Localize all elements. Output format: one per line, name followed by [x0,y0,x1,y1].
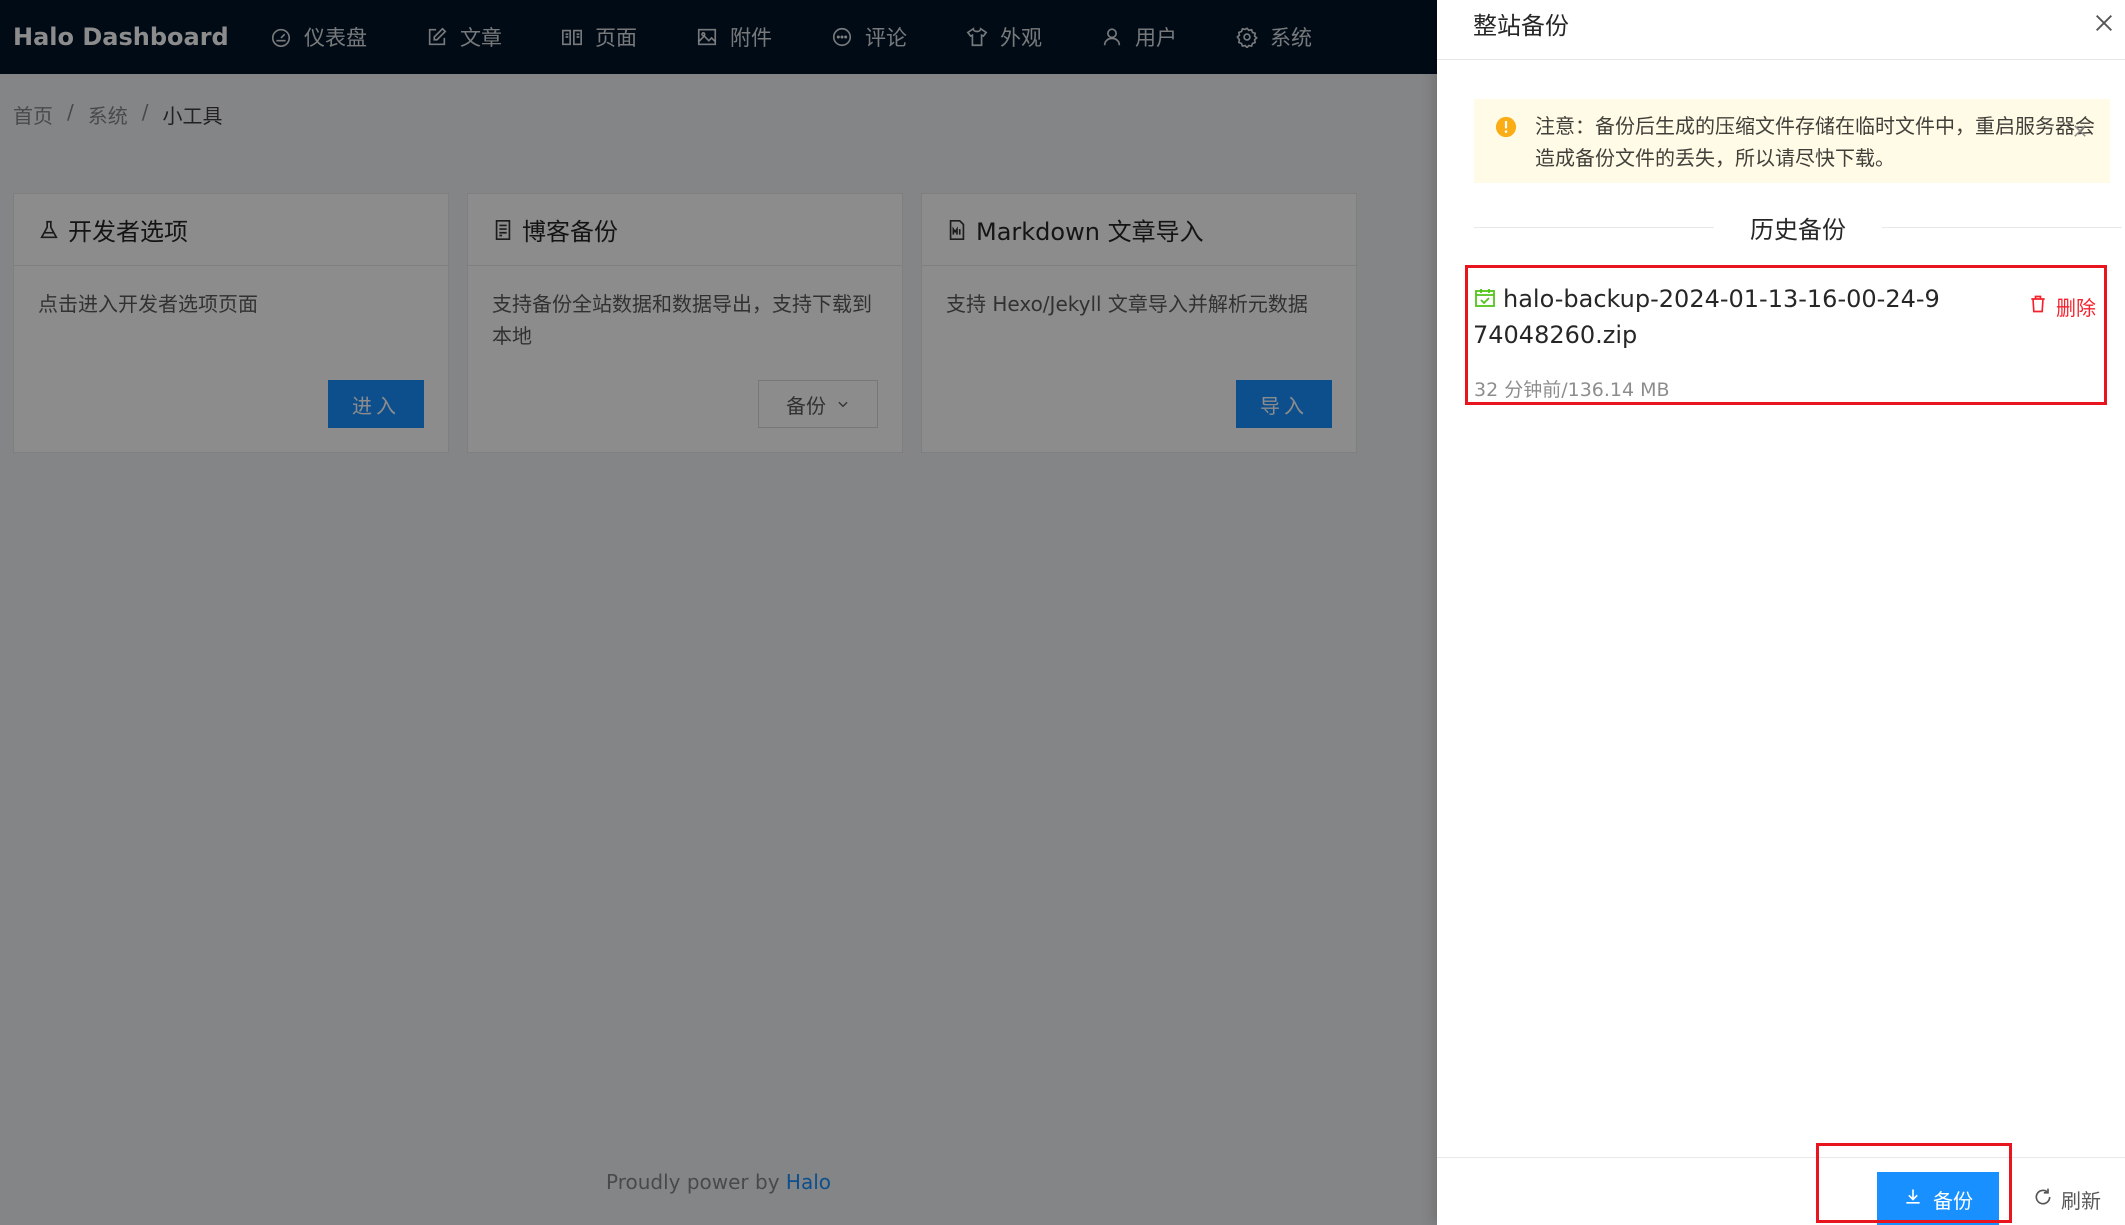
backup-drawer: 整站备份 注意：备份后生成的压缩文件存储在临时文件中，重启服务器会造成备份文件的… [1437,0,2125,1225]
backup-button[interactable]: 备份 [1877,1172,1999,1225]
history-divider: 历史备份 [1474,207,2122,247]
backup-meta: 32 分钟前/136.14 MB [1474,379,1670,401]
divider-line [1474,226,1714,228]
exclamation-circle-icon [1495,115,1517,138]
delete-icon [2028,294,2048,319]
alert-message: 注意：备份后生成的压缩文件存储在临时文件中，重启服务器会造成备份文件的丢失，所以… [1535,114,2095,170]
reload-icon [2033,1187,2053,1212]
backup-filename[interactable]: halo-backup-2024-01-13-16-00-24-97404826… [1473,281,1943,353]
button-label: 刷新 [2061,1188,2101,1213]
history-title: 历史备份 [1750,215,1846,244]
drawer-header: 整站备份 [1437,0,2125,60]
app-root: Halo Dashboard 仪表盘 文章 页面 附件 评论 外观 用户 系统 … [0,0,2125,1225]
drawer-mask[interactable] [0,0,1437,1225]
delete-backup-button[interactable]: 删除 [2028,292,2096,321]
delete-label: 删除 [2056,296,2096,320]
drawer-footer: 备份 刷新 [1437,1157,2125,1225]
drawer-title: 整站备份 [1473,12,1569,40]
backup-list-item: halo-backup-2024-01-13-16-00-24-97404826… [1465,265,2107,405]
divider-line [1882,226,2122,228]
refresh-button[interactable]: 刷新 [2033,1172,2125,1225]
warning-alert: 注意：备份后生成的压缩文件存储在临时文件中，重启服务器会造成备份文件的丢失，所以… [1474,99,2110,183]
close-icon[interactable] [2093,12,2115,34]
button-label: 备份 [1933,1188,1973,1213]
download-icon [1903,1187,1923,1212]
close-icon[interactable] [2071,117,2089,137]
filename-text: halo-backup-2024-01-13-16-00-24-97404826… [1473,285,1940,349]
schedule-icon [1473,284,1497,308]
